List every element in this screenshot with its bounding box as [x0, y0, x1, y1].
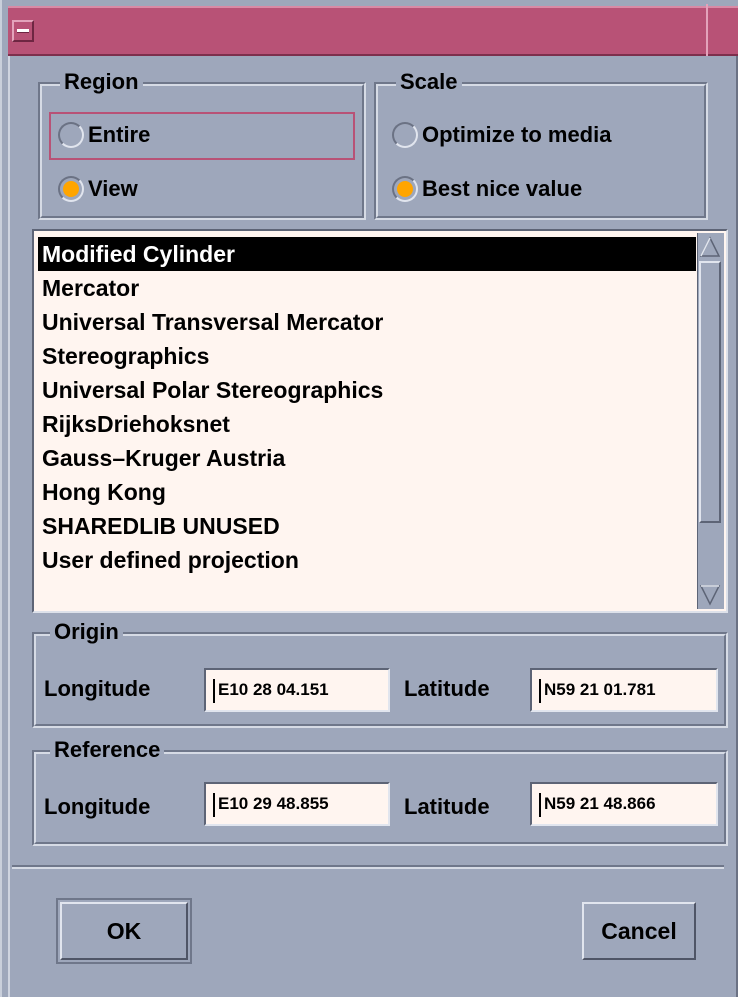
scale-group: Scale Optimize to media Best nice value: [374, 68, 708, 220]
origin-longitude-label: Longitude: [44, 676, 151, 701]
region-option-view[interactable]: View: [58, 172, 138, 206]
origin-longitude-field[interactable]: E10 28 04.151: [204, 668, 390, 712]
window-menu-icon[interactable]: [12, 20, 34, 42]
reference-longitude-label: Longitude: [44, 794, 151, 819]
ok-button[interactable]: OK: [56, 898, 192, 964]
list-item[interactable]: Hong Kong: [38, 475, 696, 509]
list-item[interactable]: Stereographics: [38, 339, 696, 373]
scroll-up-arrow-icon[interactable]: [699, 235, 721, 259]
button-separator: [12, 865, 724, 869]
scale-option-optimize[interactable]: Optimize to media: [392, 118, 611, 152]
list-item[interactable]: SHAREDLIB UNUSED: [38, 509, 696, 543]
list-scrollbar[interactable]: [697, 233, 724, 609]
reference-longitude-field[interactable]: E10 29 48.855: [204, 782, 390, 826]
origin-group: Origin Longitude E10 28 04.151 Latitude …: [32, 618, 728, 728]
origin-latitude-field[interactable]: N59 21 01.781: [530, 668, 718, 712]
projection-items: Modified Cylinder Mercator Universal Tra…: [38, 237, 696, 577]
scroll-down-arrow-icon[interactable]: [699, 583, 721, 607]
scrollbar-thumb[interactable]: [699, 261, 721, 523]
radio-view-label: View: [88, 176, 138, 201]
projection-dialog: Region Entire View Scale Optimize to med…: [0, 0, 738, 997]
radio-entire-label: Entire: [88, 122, 151, 147]
reference-latitude-label: Latitude: [404, 794, 490, 819]
radio-optimize-label: Optimize to media: [422, 122, 612, 147]
scale-group-title: Scale: [396, 68, 462, 96]
list-item[interactable]: RijksDriehoksnet: [38, 407, 696, 441]
title-bar[interactable]: [8, 4, 738, 56]
radio-best-nice[interactable]: [392, 176, 418, 202]
radio-optimize[interactable]: [392, 122, 418, 148]
reference-group: Reference Longitude E10 29 48.855 Latitu…: [32, 736, 728, 846]
list-item[interactable]: User defined projection: [38, 543, 696, 577]
reference-group-title: Reference: [50, 736, 165, 764]
cancel-button[interactable]: Cancel: [582, 902, 696, 960]
title-bar-frame-corner: [706, 4, 738, 56]
radio-best-nice-label: Best nice value: [422, 176, 583, 201]
list-item[interactable]: Gauss–Kruger Austria: [38, 441, 696, 475]
scale-option-best-nice[interactable]: Best nice value: [392, 172, 582, 206]
radio-entire[interactable]: [58, 122, 84, 148]
region-group: Region Entire View: [38, 68, 366, 220]
list-item[interactable]: Universal Transversal Mercator: [38, 305, 696, 339]
origin-group-title: Origin: [50, 618, 123, 646]
projection-list[interactable]: Modified Cylinder Mercator Universal Tra…: [32, 229, 728, 613]
list-item[interactable]: Mercator: [38, 271, 696, 305]
origin-latitude-label: Latitude: [404, 676, 490, 701]
reference-latitude-field[interactable]: N59 21 48.866: [530, 782, 718, 826]
list-item[interactable]: Universal Polar Stereographics: [38, 373, 696, 407]
radio-view[interactable]: [58, 176, 84, 202]
list-item[interactable]: Modified Cylinder: [38, 237, 696, 271]
region-group-title: Region: [60, 68, 143, 96]
region-option-entire[interactable]: Entire: [58, 118, 150, 152]
